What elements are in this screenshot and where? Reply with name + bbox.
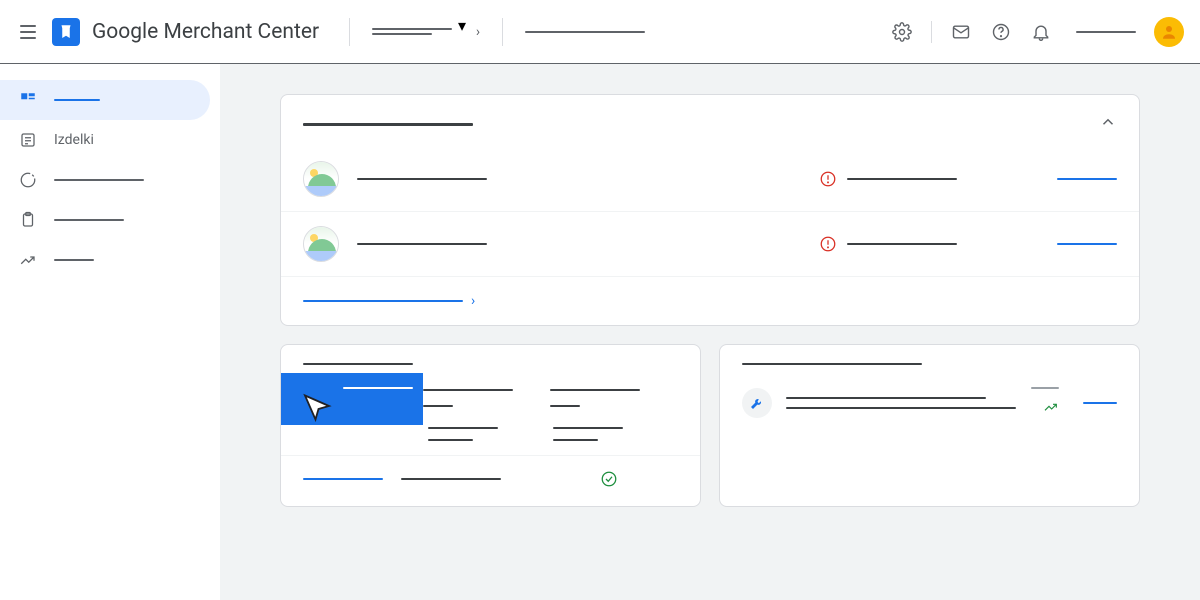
card-title (303, 123, 473, 126)
stat-cell[interactable] (423, 379, 551, 419)
sidebar-item-overview[interactable] (0, 80, 210, 120)
divider (349, 18, 350, 46)
chevron-right-icon: › (471, 293, 475, 309)
metric-label (1031, 387, 1059, 389)
alert-text (847, 178, 957, 180)
error-icon (819, 170, 837, 188)
sidebar: Izdelki (0, 64, 220, 600)
stats-card (280, 344, 701, 507)
sidebar-item-orders[interactable] (0, 200, 210, 240)
app-title: Google Merchant Center (92, 20, 319, 44)
sidebar-item-growth[interactable] (0, 240, 210, 280)
progress-icon (18, 170, 38, 190)
product-thumbnail (303, 226, 339, 262)
check-circle-icon (600, 470, 618, 488)
product-name (357, 243, 487, 245)
merchant-center-logo[interactable] (52, 18, 80, 46)
divider (502, 18, 503, 46)
divider (931, 21, 932, 43)
account-selector[interactable]: ▾ › (372, 28, 480, 35)
sidebar-item-label: Izdelki (54, 132, 94, 148)
card-title (303, 363, 413, 365)
card-title (742, 363, 922, 365)
footer-link[interactable] (303, 478, 383, 480)
opportunity-row[interactable] (720, 379, 1139, 427)
trend-icon (18, 250, 38, 270)
product-row[interactable] (281, 147, 1139, 211)
product-action-link[interactable] (1057, 243, 1117, 245)
sidebar-item-label (54, 179, 144, 181)
main-content: › (220, 64, 1200, 600)
stats-row (281, 379, 700, 419)
products-overview-card: › (280, 94, 1140, 326)
menu-icon[interactable] (16, 20, 40, 44)
trend-up-icon (1043, 399, 1059, 419)
cursor-icon (299, 391, 335, 431)
sidebar-item-label (54, 219, 124, 221)
search-input[interactable] (525, 31, 645, 33)
footer-text (401, 478, 501, 480)
chevron-right-icon: › (476, 24, 480, 40)
alert-text (847, 243, 957, 245)
product-action-link[interactable] (1057, 178, 1117, 180)
header-actions (891, 17, 1184, 47)
settings-icon[interactable] (891, 21, 913, 43)
clipboard-icon (18, 210, 38, 230)
stat-clicks[interactable] (281, 373, 423, 425)
sidebar-item-izdelki[interactable]: Izdelki (0, 120, 210, 160)
app-header: Google Merchant Center ▾ › (0, 0, 1200, 64)
sidebar-item-performance[interactable] (0, 160, 210, 200)
help-icon[interactable] (990, 21, 1012, 43)
opportunity-link[interactable] (1083, 402, 1117, 404)
user-avatar[interactable] (1154, 17, 1184, 47)
error-icon (819, 235, 837, 253)
sidebar-item-label (54, 99, 100, 101)
product-thumbnail (303, 161, 339, 197)
opportunity-text (786, 397, 1017, 409)
collapse-icon[interactable] (1099, 113, 1117, 135)
card-footer (281, 456, 700, 488)
notifications-icon[interactable] (1030, 21, 1052, 43)
product-row[interactable] (281, 211, 1139, 276)
wrench-icon (742, 388, 772, 418)
view-all-link[interactable]: › (281, 276, 1139, 325)
product-name (357, 178, 487, 180)
sidebar-item-label (54, 259, 94, 261)
list-icon (18, 130, 38, 150)
stat-cell[interactable] (550, 379, 678, 419)
opportunities-card (719, 344, 1140, 507)
dashboard-icon (18, 90, 38, 110)
account-label[interactable] (1076, 31, 1136, 33)
mail-icon[interactable] (950, 21, 972, 43)
product-alert (819, 170, 1039, 188)
product-alert (819, 235, 1039, 253)
